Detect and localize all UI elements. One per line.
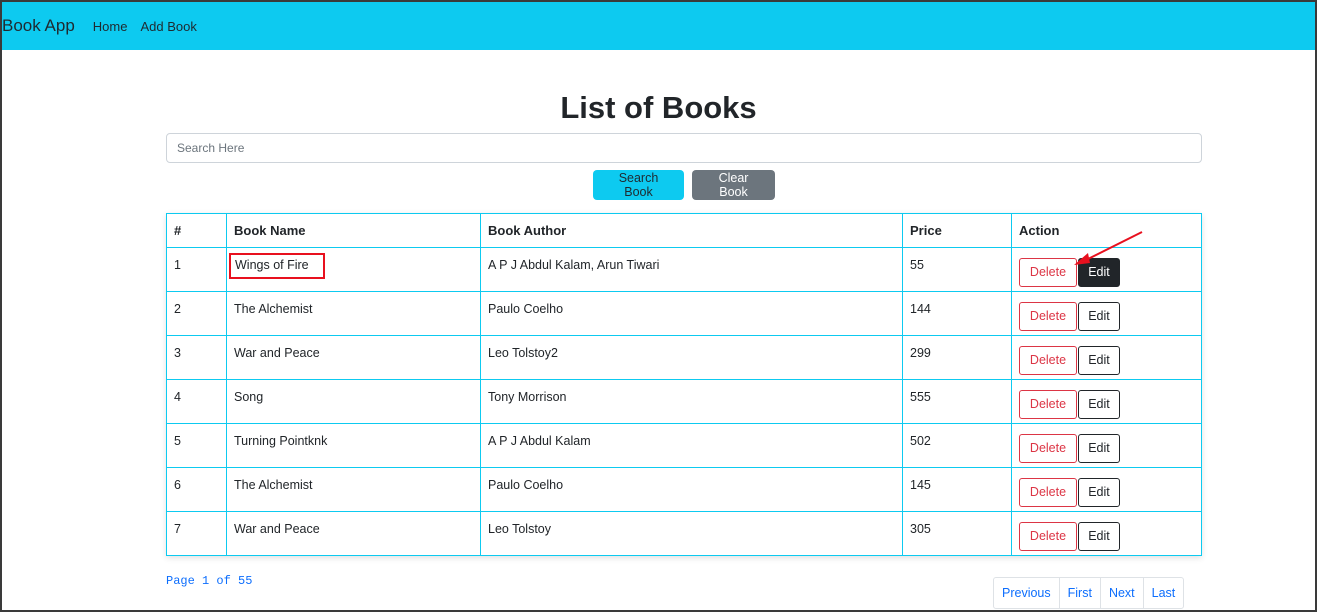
table-row: 2 The Alchemist Paulo Coelho 144 Delete Edit — [166, 291, 1202, 336]
book-name: War and Peace — [234, 346, 320, 360]
edit-button[interactable]: Edit — [1078, 478, 1120, 507]
book-name: The Alchemist — [234, 302, 313, 316]
book-price-cell: 144 — [902, 291, 1012, 336]
book-author-cell: Leo Tolstoy — [480, 511, 903, 556]
brand-logo[interactable]: Book App — [2, 16, 75, 36]
delete-button[interactable]: Delete — [1019, 434, 1077, 463]
column-header-price: Price — [902, 213, 1012, 248]
edit-button[interactable]: Edit — [1078, 390, 1120, 419]
book-price-cell: 55 — [902, 247, 1012, 292]
book-name: Song — [234, 390, 264, 404]
action-cell: Delete Edit — [1011, 423, 1202, 468]
row-number: 5 — [166, 423, 227, 468]
delete-button[interactable]: Delete — [1019, 522, 1077, 551]
clear-book-button[interactable]: Clear Book — [692, 170, 775, 200]
book-name-cell: War and Peace — [226, 335, 481, 380]
table-row: 5 Turning Pointknk A P J Abdul Kalam 502 Del… — [166, 423, 1202, 468]
column-header-number: # — [166, 213, 227, 248]
table-row: 3 War and Peace Leo Tolstoy2 299 Delete Edit — [166, 335, 1202, 380]
first-page-button[interactable]: First — [1058, 577, 1101, 609]
delete-button[interactable]: Delete — [1019, 258, 1077, 287]
row-number: 6 — [166, 467, 227, 512]
nav-link-home[interactable]: Home — [93, 19, 128, 34]
delete-button[interactable]: Delete — [1019, 346, 1077, 375]
book-author-cell: A P J Abdul Kalam — [480, 423, 903, 468]
book-author-cell: A P J Abdul Kalam, Arun Tiwari — [480, 247, 903, 292]
nav-link-add-book[interactable]: Add Book — [140, 19, 196, 34]
previous-page-button[interactable]: Previous — [993, 577, 1060, 609]
action-cell: Delete Edit — [1011, 379, 1202, 424]
book-name-cell: Wings of Fire — [226, 247, 481, 292]
book-name: War and Peace — [234, 522, 320, 536]
table-row: 7 War and Peace Leo Tolstoy 305 Delete Edit — [166, 511, 1202, 556]
search-input[interactable] — [166, 133, 1202, 163]
table-header-row: # Book Name Book Author Price Action — [166, 213, 1202, 248]
column-header-book-name: Book Name — [226, 213, 481, 248]
book-name-cell: Song — [226, 379, 481, 424]
edit-button[interactable]: Edit — [1078, 346, 1120, 375]
book-name-highlight: Wings of Fire — [229, 253, 325, 279]
pagination: Previous First Next Last — [993, 577, 1185, 609]
edit-button[interactable]: Edit — [1078, 302, 1120, 331]
book-name-cell: Turning Pointknk — [226, 423, 481, 468]
row-number: 2 — [166, 291, 227, 336]
table-row: 1 Wings of Fire A P J Abdul Kalam, Arun Ti… — [166, 247, 1202, 292]
last-page-button[interactable]: Last — [1142, 577, 1185, 609]
action-cell: Delete Edit — [1011, 335, 1202, 380]
row-number: 1 — [166, 247, 227, 292]
books-table: # Book Name Book Author Price Action 1 Wi… — [166, 213, 1202, 556]
book-name-cell: The Alchemist — [226, 291, 481, 336]
row-number: 3 — [166, 335, 227, 380]
page-title: List of Books — [560, 90, 757, 125]
book-name-cell: War and Peace — [226, 511, 481, 556]
edit-button[interactable]: Edit — [1078, 522, 1120, 551]
row-number: 7 — [166, 511, 227, 556]
column-header-book-author: Book Author — [480, 213, 903, 248]
action-cell: Delete Edit — [1011, 291, 1202, 336]
book-price-cell: 299 — [902, 335, 1012, 380]
book-price-cell: 502 — [902, 423, 1012, 468]
book-author-cell: Tony Morrison — [480, 379, 903, 424]
edit-button[interactable]: Edit — [1078, 434, 1120, 463]
search-book-button[interactable]: Search Book — [593, 170, 684, 200]
book-author-cell: Leo Tolstoy2 — [480, 335, 903, 380]
book-name: Turning Pointknk — [234, 434, 328, 448]
row-number: 4 — [166, 379, 227, 424]
book-price-cell: 555 — [902, 379, 1012, 424]
delete-button[interactable]: Delete — [1019, 390, 1077, 419]
delete-button[interactable]: Delete — [1019, 302, 1077, 331]
table-row: 6 The Alchemist Paulo Coelho 145 Delete Edit — [166, 467, 1202, 512]
action-cell: Delete Edit — [1011, 511, 1202, 556]
book-name: The Alchemist — [234, 478, 313, 492]
navbar: Book App Home Add Book — [2, 2, 1315, 50]
book-author-cell: Paulo Coelho — [480, 467, 903, 512]
page-info: Page 1 of 55 — [166, 574, 253, 588]
annotation-arrow-icon — [1074, 231, 1143, 265]
book-price-cell: 305 — [902, 511, 1012, 556]
book-author-cell: Paulo Coelho — [480, 291, 903, 336]
table-row: 4 Song Tony Morrison 555 Delete Edit — [166, 379, 1202, 424]
book-name-cell: The Alchemist — [226, 467, 481, 512]
delete-button[interactable]: Delete — [1019, 478, 1077, 507]
next-page-button[interactable]: Next — [1099, 577, 1144, 609]
book-price-cell: 145 — [902, 467, 1012, 512]
action-cell: Delete Edit — [1011, 467, 1202, 512]
